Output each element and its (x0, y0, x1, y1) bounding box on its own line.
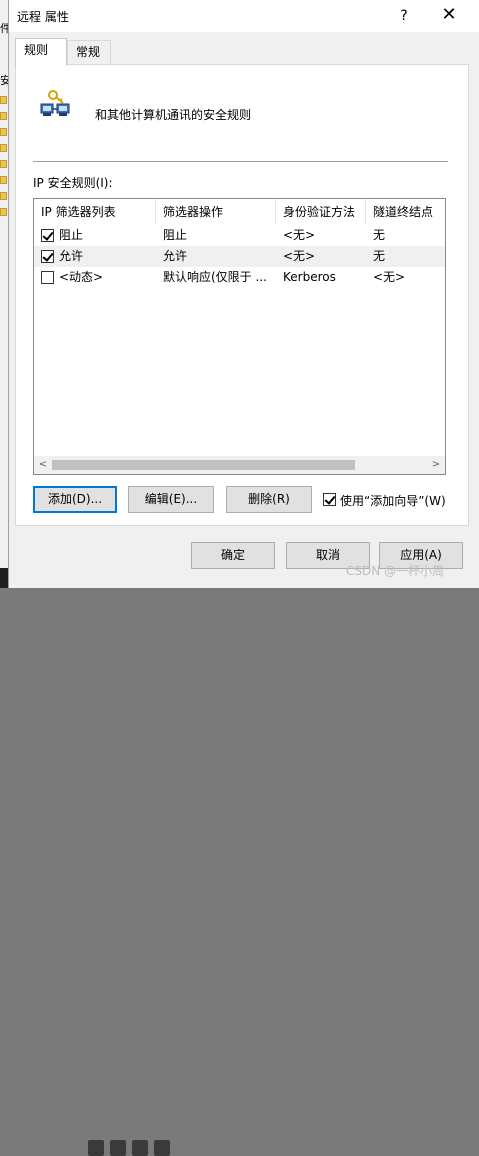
column-header-filter-action[interactable]: 筛选器操作 (156, 199, 276, 225)
edit-button[interactable]: 编辑(E)... (128, 486, 214, 513)
delete-button[interactable]: 删除(R) (226, 486, 312, 513)
cell-filter-list: 阻止 (59, 228, 84, 242)
rule-checkbox[interactable] (41, 229, 54, 242)
table-row[interactable]: 阻止 阻止 <无> 无 (34, 225, 445, 246)
window-title: 远程 属性 (17, 10, 69, 24)
cell-auth-method: Kerberos (283, 270, 336, 284)
folder-icon (0, 112, 7, 120)
folder-icon (0, 128, 7, 136)
folder-icon (0, 176, 7, 184)
rule-checkbox[interactable] (41, 271, 54, 284)
rules-list-label: IP 安全规则(I): (33, 176, 113, 190)
taskbar-app-icon (110, 1140, 126, 1156)
table-row[interactable]: <动态> 默认响应(仅限于 ... Kerberos <无> (34, 267, 445, 288)
list-header: IP 筛选器列表 筛选器操作 身份验证方法 隧道终结点 (34, 199, 445, 225)
watermark-text: CSDN @一杯小周 (346, 564, 445, 578)
close-button[interactable]: ✕ (432, 4, 466, 28)
column-header-auth-method[interactable]: 身份验证方法 (276, 199, 366, 225)
cell-auth-method: <无> (283, 249, 316, 263)
properties-dialog: 远程 属性 ? ✕ 规则 常规 和其他计算机通讯的安全规则 IP 安全规则(I)… (8, 0, 479, 588)
tab-general[interactable]: 常规 (67, 40, 111, 64)
ip-security-rules-list[interactable]: IP 筛选器列表 筛选器操作 身份验证方法 隧道终结点 阻止 阻止 <无> 无 … (33, 198, 446, 475)
background-window: 件 安 (0, 0, 11, 588)
rule-checkbox[interactable] (41, 250, 54, 263)
folder-icon (0, 160, 7, 168)
ok-button[interactable]: 确定 (191, 542, 275, 569)
network-security-icon (40, 90, 70, 116)
wizard-checkbox-label[interactable]: 使用“添加向导”(W) (340, 492, 446, 509)
cell-filter-list: 允许 (59, 249, 84, 263)
taskbar-app-icon (132, 1140, 148, 1156)
tab-rules[interactable]: 规则 (15, 38, 67, 66)
cell-filter-action: 允许 (163, 249, 188, 263)
separator (33, 161, 448, 162)
scrollbar-thumb[interactable] (52, 460, 355, 470)
folder-icon (0, 96, 7, 104)
column-header-filter-list[interactable]: IP 筛选器列表 (34, 199, 156, 225)
help-button[interactable]: ? (392, 5, 416, 27)
scroll-right-icon[interactable]: > (427, 456, 445, 474)
table-row[interactable]: 允许 允许 <无> 无 (34, 246, 445, 267)
column-header-tunnel-endpoint[interactable]: 隧道终结点 (366, 199, 445, 225)
scroll-left-icon[interactable]: < (34, 456, 52, 474)
cell-filter-action: 默认响应(仅限于 ... (163, 270, 267, 284)
cell-tunnel-endpoint: <无> (373, 270, 406, 284)
taskbar-app-icon (154, 1140, 170, 1156)
add-button[interactable]: 添加(D)... (33, 486, 117, 513)
taskbar-app-icon (88, 1140, 104, 1156)
folder-icon (0, 192, 7, 200)
cell-tunnel-endpoint: 无 (373, 249, 386, 263)
cell-filter-action: 阻止 (163, 228, 188, 242)
folder-icon (0, 144, 7, 152)
rules-description: 和其他计算机通讯的安全规则 (95, 108, 252, 122)
folder-icon (0, 208, 7, 216)
title-bar: 远程 属性 ? ✕ (9, 0, 479, 32)
horizontal-scrollbar[interactable]: < > (34, 456, 445, 474)
cell-auth-method: <无> (283, 228, 316, 242)
cell-filter-list: <动态> (59, 270, 104, 284)
wizard-checkbox-box[interactable] (323, 493, 336, 506)
cell-tunnel-endpoint: 无 (373, 228, 386, 242)
